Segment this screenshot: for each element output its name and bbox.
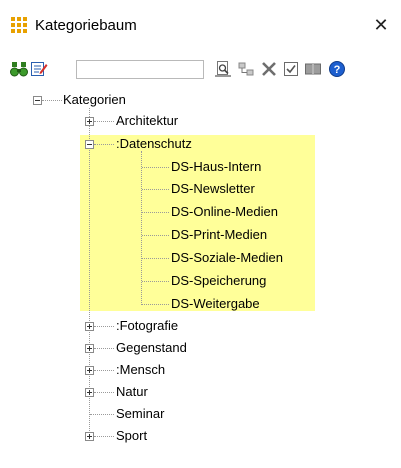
search-input[interactable] xyxy=(76,60,204,79)
book-icon xyxy=(305,63,321,75)
collapse-toggle-datenschutz[interactable] xyxy=(85,140,94,149)
preview-icon xyxy=(215,61,231,77)
delete-button[interactable] xyxy=(260,60,278,78)
expand-toggle-gegenstand[interactable] xyxy=(85,344,94,353)
category-tree: Kategorien Architektur :Datenschutz DS-H… xyxy=(0,88,401,468)
tree-node-sport[interactable]: Sport xyxy=(116,428,147,444)
edit-button[interactable] xyxy=(30,60,48,78)
binoculars-icon xyxy=(10,62,28,77)
root-collapse-toggle[interactable] xyxy=(33,96,42,105)
help-icon: ? xyxy=(329,61,345,77)
expand-toggle-fotografie[interactable] xyxy=(85,322,94,331)
search-button[interactable] xyxy=(10,60,28,78)
close-button[interactable]: ✕ xyxy=(368,12,394,38)
close-icon: ✕ xyxy=(373,15,389,35)
title-bar: Kategoriebaum ✕ xyxy=(0,0,401,50)
expand-toggle-architektur[interactable] xyxy=(85,117,94,126)
tree-node-ds-weitergabe[interactable]: DS-Weitergabe xyxy=(171,296,260,312)
book-button[interactable] xyxy=(304,60,322,78)
svg-text:?: ? xyxy=(334,64,341,76)
delete-icon xyxy=(262,62,276,76)
tree-node-ds-soziale-medien[interactable]: DS-Soziale-Medien xyxy=(171,250,283,266)
tree-node-gegenstand[interactable]: Gegenstand xyxy=(116,340,187,356)
tree-node-seminar[interactable]: Seminar xyxy=(116,406,164,422)
tree-node-fotografie[interactable]: :Fotografie xyxy=(116,318,178,334)
expand-toggle-sport[interactable] xyxy=(85,432,94,441)
link-icon xyxy=(238,62,254,76)
select-button[interactable] xyxy=(282,60,300,78)
expand-toggle-natur[interactable] xyxy=(85,388,94,397)
edit-icon xyxy=(31,62,48,76)
preview-button[interactable] xyxy=(214,60,232,78)
tree-app-icon xyxy=(11,17,27,33)
tree-node-ds-online-medien[interactable]: DS-Online-Medien xyxy=(171,204,278,220)
help-button[interactable]: ? xyxy=(328,60,346,78)
tree-node-ds-haus-intern[interactable]: DS-Haus-Intern xyxy=(171,159,261,175)
window-title: Kategoriebaum xyxy=(35,17,137,34)
tree-node-ds-newsletter[interactable]: DS-Newsletter xyxy=(171,181,255,197)
tree-node-architektur[interactable]: Architektur xyxy=(116,113,178,129)
expand-toggle-mensch[interactable] xyxy=(85,366,94,375)
tree-node-ds-print-medien[interactable]: DS-Print-Medien xyxy=(171,227,267,243)
toolbar: ? xyxy=(0,52,401,88)
link-button[interactable] xyxy=(237,60,255,78)
tree-node-root[interactable]: Kategorien xyxy=(63,92,126,108)
tree-node-natur[interactable]: Natur xyxy=(116,384,148,400)
checkbox-icon xyxy=(284,62,298,76)
tree-node-datenschutz[interactable]: :Datenschutz xyxy=(116,136,192,152)
tree-node-mensch[interactable]: :Mensch xyxy=(116,362,165,378)
tree-node-ds-speicherung[interactable]: DS-Speicherung xyxy=(171,273,266,289)
